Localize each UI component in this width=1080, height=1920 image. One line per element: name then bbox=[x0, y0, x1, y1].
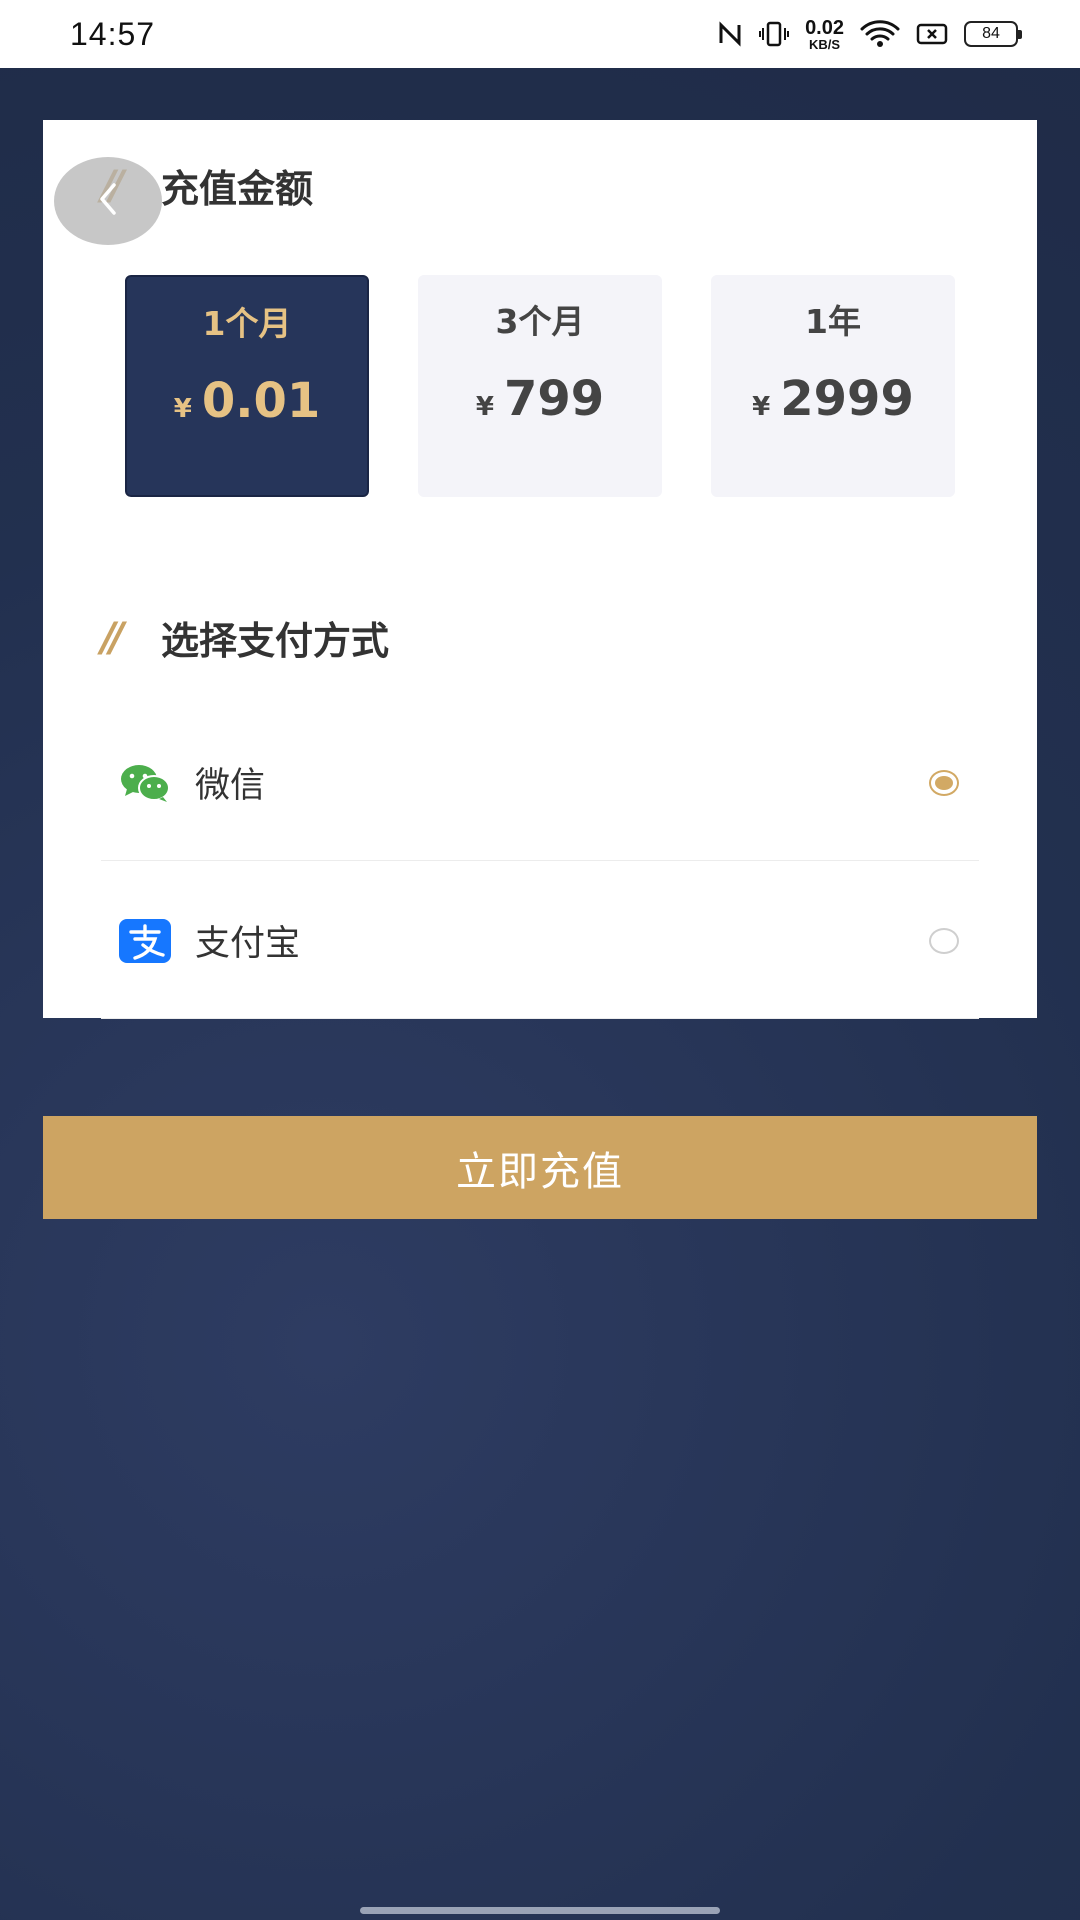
battery-icon: 84 bbox=[964, 21, 1022, 47]
plan-option-1-month[interactable]: 1个月 ¥ 0.01 bbox=[125, 275, 369, 497]
plan-amount: 0.01 bbox=[201, 373, 321, 429]
status-bar: 14:57 0.02 KB/S 84 bbox=[0, 0, 1080, 68]
plan-name: 1年 bbox=[805, 302, 861, 341]
wifi-icon bbox=[860, 20, 900, 48]
wechat-icon bbox=[119, 761, 171, 805]
net-speed-unit: KB/S bbox=[809, 36, 841, 52]
payment-method-title: 选择支付方式 bbox=[161, 619, 390, 663]
payment-option-alipay[interactable]: 支付宝 bbox=[101, 863, 979, 1019]
recharge-now-button[interactable]: 立即充值 bbox=[43, 1116, 1037, 1219]
net-speed-value: 0.02 bbox=[805, 16, 844, 39]
home-indicator[interactable] bbox=[360, 1907, 720, 1914]
recharge-amount-title: 充值金额 bbox=[161, 167, 314, 211]
plan-price: ¥ 0.01 bbox=[174, 373, 321, 429]
status-time: 14:57 bbox=[70, 15, 156, 52]
plan-option-3-months[interactable]: 3个月 ¥ 799 bbox=[418, 275, 662, 497]
sim-error-icon bbox=[916, 22, 948, 46]
plan-price: ¥ 799 bbox=[476, 371, 604, 427]
back-button[interactable] bbox=[54, 157, 162, 245]
recharge-card: // 充值金额 1个月 ¥ 0.01 3个月 ¥ 799 1年 ¥ 2999 / bbox=[43, 120, 1037, 1019]
plan-price: ¥ 2999 bbox=[752, 371, 914, 427]
vibrate-icon bbox=[759, 21, 790, 47]
status-icons: 0.02 KB/S 84 bbox=[717, 18, 1022, 51]
payment-label: 支付宝 bbox=[195, 924, 301, 964]
nfc-icon bbox=[717, 21, 743, 47]
alipay-icon bbox=[119, 918, 171, 963]
title-decoration: // bbox=[101, 614, 124, 661]
payment-method-header: // 选择支付方式 bbox=[101, 610, 389, 665]
plan-option-1-year[interactable]: 1年 ¥ 2999 bbox=[711, 275, 955, 497]
chevron-left-icon bbox=[96, 181, 120, 221]
payment-label: 微信 bbox=[195, 766, 266, 806]
plan-name: 3个月 bbox=[495, 302, 585, 341]
currency-symbol: ¥ bbox=[475, 392, 494, 422]
plan-amount: 2999 bbox=[780, 371, 914, 427]
plan-name: 1个月 bbox=[202, 304, 292, 343]
currency-symbol: ¥ bbox=[173, 394, 192, 424]
wechat-radio[interactable] bbox=[929, 769, 959, 796]
radio-dot bbox=[935, 775, 953, 790]
plan-list: 1个月 ¥ 0.01 3个月 ¥ 799 1年 ¥ 2999 bbox=[125, 275, 955, 497]
currency-symbol: ¥ bbox=[752, 392, 771, 422]
net-speed: 0.02 KB/S bbox=[805, 18, 844, 51]
plan-amount: 799 bbox=[503, 371, 605, 427]
payment-option-wechat[interactable]: 微信 bbox=[101, 705, 979, 861]
alipay-radio[interactable] bbox=[929, 927, 959, 954]
battery-level: 84 bbox=[982, 25, 1000, 42]
